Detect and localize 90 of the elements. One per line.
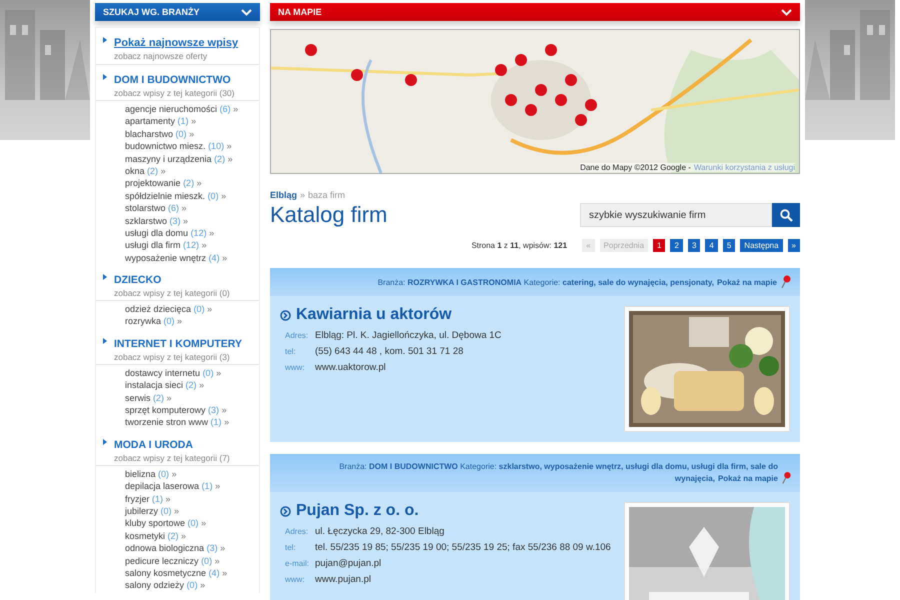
field-value: www.pujan.pl (315, 574, 372, 585)
newest-entries-link[interactable]: Pokaż najnowsze wpisy (114, 37, 238, 49)
field-label: tel: (285, 542, 297, 553)
triangle-icon (103, 338, 107, 344)
subcategory-link[interactable]: instalacja sieci (2) » (125, 379, 204, 392)
subcategory-link[interactable]: usługi dla domu (12) » (125, 226, 214, 240)
subcategory-link[interactable]: jubilerzy (0) » (125, 504, 180, 518)
company-name-link[interactable]: Kawiarnia u aktorów (280, 306, 502, 324)
search-field[interactable]: szybkie wyszukiwanie firm (580, 203, 772, 227)
field-label: Adres: (285, 526, 310, 537)
subcategory-link[interactable]: rozrywka (0) » (125, 315, 182, 328)
chevron-down-icon (781, 8, 792, 16)
subcategory-link[interactable]: okna (2) » (125, 164, 166, 178)
company-name-link[interactable]: Pujan Sp. z o. o. (280, 502, 611, 520)
field-value: ul. Łęczycka 29, 82-300 Elbląg (315, 526, 446, 537)
pushpin-icon (780, 471, 792, 485)
field-label: www: (285, 362, 306, 373)
page-summary: Strona 1 z 11, wpisów: 121 (471, 241, 568, 250)
section-subtitle: zobacz wpisy z tej kategorii (0) (114, 288, 231, 298)
subcategory-link[interactable]: maszyny i urządzenia (2) » (125, 152, 233, 165)
subcategory-link[interactable]: apartamenty (1) » (125, 115, 196, 128)
page-button[interactable]: 1 (653, 239, 666, 252)
page-button[interactable]: 2 (670, 239, 683, 252)
page-title: Katalog firm (270, 202, 388, 228)
subcategory-link[interactable]: kluby sportowe (0) » (125, 517, 206, 530)
breadcrumb-separator: » (300, 190, 306, 200)
field-label: Adres: (285, 330, 310, 341)
triangle-icon (103, 438, 107, 445)
subcategory-link[interactable]: odzież dziecięca (0) » (125, 303, 212, 316)
map-panel[interactable]: Dane do Mapy ©2012 Google - Warunki korzystania z usługi (270, 29, 800, 174)
category-link[interactable]: INTERNET I KOMPUTERY (114, 338, 242, 350)
subcategory-link[interactable]: usługi dla firm (12) » (125, 239, 207, 252)
field-value: pujan@pujan.pl (315, 558, 382, 569)
subcategory-link[interactable]: salony kosmetyczne (4) » (125, 566, 228, 580)
field-value: Elbląg: Pl. K. Jagiellończyka, ul. Dębowa 1C (315, 330, 502, 341)
field-label: e-mail: (285, 558, 310, 569)
subcategory-link[interactable]: fryzjer (1) » (125, 492, 171, 505)
field-label: tel: (285, 346, 297, 357)
listing-tags: Branża: ROZRYWKA I GASTRONOMIA Kategorie: catering, sale do wynajęcia, pensjonaty, Pokaż na mapie (378, 277, 777, 289)
field-value: www.uaktorow.pl (315, 362, 387, 373)
category-link[interactable]: MODA I URODA (114, 438, 193, 451)
next-button[interactable]: Następna (740, 239, 783, 252)
subcategory-link[interactable]: budownictwo miesz. (10) » (125, 140, 232, 153)
chevron-down-icon (241, 8, 252, 16)
show-on-map-link[interactable]: Pokaż na mapie (716, 278, 777, 287)
triangle-icon (103, 274, 107, 280)
page-button[interactable]: 3 (688, 239, 700, 252)
breadcrumb-current: baza firm (308, 190, 346, 200)
breadcrumb-link[interactable]: Elbląg (270, 190, 298, 200)
triangle-icon (103, 37, 107, 43)
subcategory-link[interactable]: bielizna (0) » (125, 468, 177, 480)
pushpin-icon (780, 275, 792, 289)
subcategory-link[interactable]: dostawcy internetu (0) » (125, 366, 222, 380)
subcategory-link[interactable]: szklarstwo (3) » (125, 214, 188, 227)
subcategory-link[interactable]: spółdzielnie mieszk. (0) » (125, 190, 226, 202)
section-subtitle: zobacz wpisy z tej kategorii (7) (114, 452, 231, 463)
subcategory-link[interactable]: projektowanie (2) » (125, 177, 202, 190)
subcategory-link[interactable]: pedicure leczniczy (0) » (125, 554, 220, 567)
subcategory-link[interactable]: sprzęt komputerowy (3) » (125, 404, 227, 416)
triangle-icon (103, 74, 107, 80)
field-value: tel. 55/235 19 85; 55/235 19 00; 55/235 19 25; fax 55/236 88 09 w.106 (315, 542, 611, 553)
subcategory-link[interactable]: stolarstwo (6) » (125, 202, 187, 215)
subcategory-link[interactable]: blacharstwo (0) » (125, 128, 194, 140)
category-link[interactable]: DOM I BUDOWNICTWO (114, 74, 231, 86)
search-icon (780, 208, 792, 222)
subcategory-link[interactable]: salony odzieży (0) » (125, 579, 206, 592)
field-label: www: (285, 574, 306, 585)
category-search-header[interactable]: SZUKAJ WG. BRANŻY (95, 3, 260, 21)
map-header[interactable]: NA MAPIE (270, 3, 800, 21)
subcategory-link[interactable]: agencje nieruchomości (6) » (125, 103, 238, 116)
map-attribution: Dane do Mapy ©2012 Google - Warunki korzystania z usługi (580, 163, 795, 172)
subcategory-link[interactable]: odnowa biologiczna (3) » (125, 542, 226, 555)
subcategory-link[interactable]: kosmetyki (2) » (125, 530, 186, 542)
subcategory-link[interactable]: tworzenie stron www (1) » (125, 416, 230, 429)
category-link[interactable]: DZIECKO (114, 274, 162, 286)
section-subtitle: zobacz najnowsze oferty (114, 51, 208, 61)
section-subtitle: zobacz wpisy z tej kategorii (3) (114, 352, 231, 362)
last-page-button[interactable]: » (788, 239, 800, 252)
arrow-circle-icon (280, 506, 291, 516)
field-value: (55) 643 44 48 , kom. 501 31 71 28 (315, 346, 464, 357)
page-button[interactable]: 5 (722, 239, 736, 252)
subcategory-link[interactable]: serwis (2) » (125, 392, 172, 404)
section-subtitle: zobacz wpisy z tej kategorii (30) (114, 88, 236, 98)
arrow-circle-icon (280, 310, 291, 320)
subcategory-link[interactable]: depilacja laserowa (1) » (125, 480, 220, 493)
subcategory-link[interactable]: wyposażenie wnętrz (4) » (125, 252, 228, 264)
listing-tags: Branża: DOM I BUDOWNICTWO Kategorie: szklarstwo, wyposażenie wnętrz, usługi dla domu, usługi dla firm, sale do wynajęcia, Pokaż na mapie (278, 461, 778, 485)
page-button[interactable]: 4 (705, 239, 718, 252)
search-button[interactable] (772, 203, 800, 227)
show-on-map-link[interactable]: Pokaż na mapie (718, 474, 778, 483)
